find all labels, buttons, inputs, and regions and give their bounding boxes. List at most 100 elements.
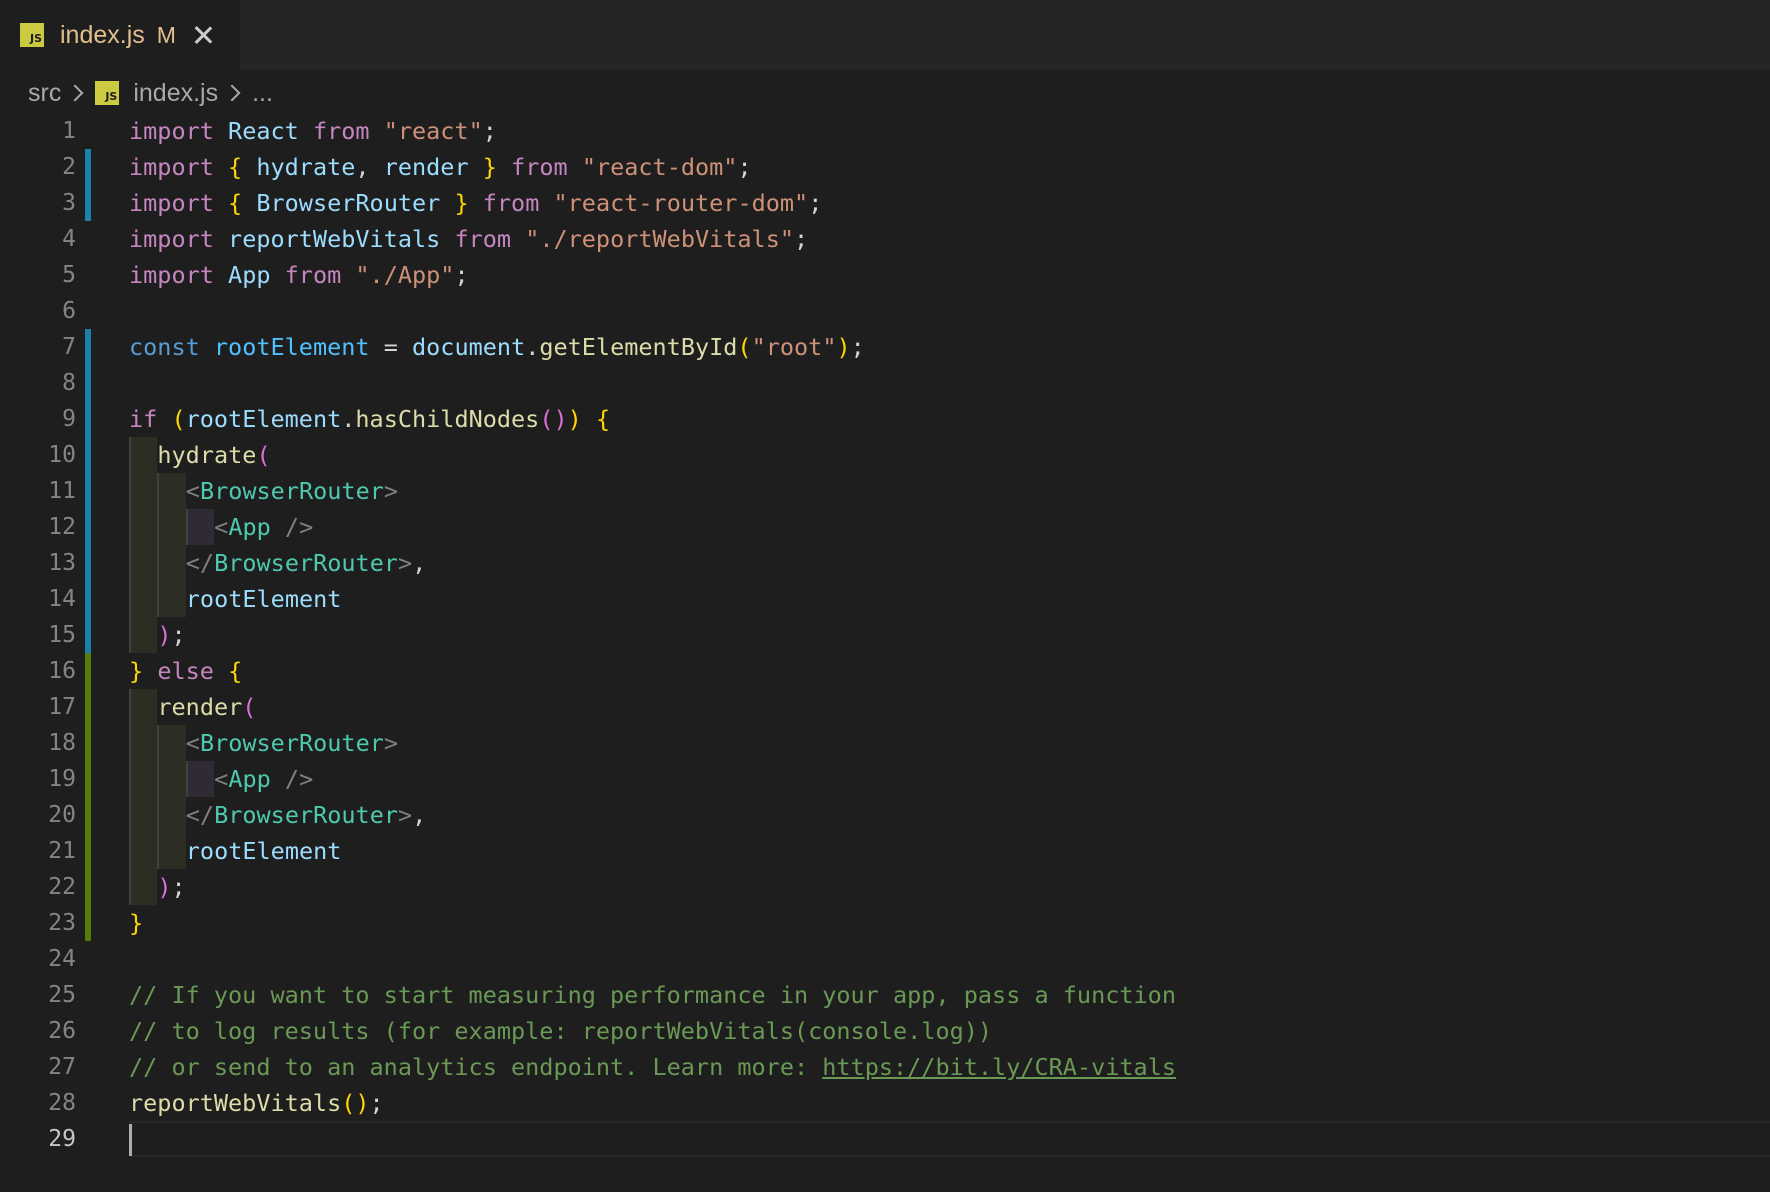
code-line[interactable]: 22); <box>0 869 1770 905</box>
gutter-modified-marker[interactable] <box>85 509 91 545</box>
code-text: // to log results (for example: reportWe… <box>129 1017 993 1045</box>
line-number: 25 <box>48 982 76 1008</box>
code-line[interactable]: 11 <BrowserRouter> <box>0 473 1770 509</box>
line-number: 22 <box>48 874 76 900</box>
code-line[interactable]: 9 if (rootElement.hasChildNodes()) { <box>0 401 1770 437</box>
gutter-modified-marker[interactable] <box>85 149 91 185</box>
gutter-modified-marker[interactable] <box>85 329 91 365</box>
line-number: 26 <box>48 1018 76 1044</box>
line-number: 28 <box>48 1090 76 1116</box>
vitals-link[interactable]: https://bit.ly/CRA-vitals <box>822 1053 1176 1081</box>
line-number: 27 <box>48 1054 76 1080</box>
close-icon[interactable] <box>192 24 214 46</box>
breadcrumb-folder[interactable]: src <box>28 79 61 108</box>
code-text: <BrowserRouter> <box>129 725 398 761</box>
tab-filename[interactable]: index.js <box>60 21 145 50</box>
line-number: 5 <box>62 262 76 288</box>
code-text: if (rootElement.hasChildNodes()) { <box>129 405 611 433</box>
tab-bar: JS index.js M <box>0 0 1770 70</box>
js-file-icon: JS <box>20 23 44 47</box>
code-line[interactable]: 3 import { BrowserRouter } from "react-ro… <box>0 185 1770 221</box>
gutter-modified-marker[interactable] <box>85 437 91 473</box>
line-number: 23 <box>48 910 76 936</box>
line-number: 13 <box>48 550 76 576</box>
line-number: 2 <box>62 154 76 180</box>
code-text: render( <box>129 689 256 725</box>
code-text: rootElement <box>129 833 341 869</box>
code-line[interactable]: 1 import React from "react"; <box>0 113 1770 149</box>
code-text: <BrowserRouter> <box>129 473 398 509</box>
code-line[interactable]: 6 <box>0 293 1770 329</box>
code-line[interactable]: 12 <App /> <box>0 509 1770 545</box>
code-line[interactable]: 21 rootElement <box>0 833 1770 869</box>
gutter-added-marker[interactable] <box>85 761 91 797</box>
code-line[interactable]: 19 <App /> <box>0 761 1770 797</box>
gutter-added-marker[interactable] <box>85 725 91 761</box>
gutter-added-marker[interactable] <box>85 653 91 689</box>
gutter-modified-marker[interactable] <box>85 545 91 581</box>
code-line[interactable]: 13 </BrowserRouter>, <box>0 545 1770 581</box>
code-line[interactable]: 15); <box>0 617 1770 653</box>
code-line[interactable]: 7 const rootElement = document.getElement… <box>0 329 1770 365</box>
code-text: import React from "react"; <box>129 117 497 145</box>
gutter-modified-marker[interactable] <box>85 617 91 653</box>
gutter-added-marker[interactable] <box>85 833 91 869</box>
breadcrumb: src JS index.js ... <box>28 74 273 112</box>
line-number: 8 <box>62 370 76 396</box>
code-line[interactable]: 29 <box>0 1121 1770 1157</box>
line-number: 18 <box>48 730 76 756</box>
gutter-added-marker[interactable] <box>85 797 91 833</box>
code-text: const rootElement = document.getElementB… <box>129 333 865 361</box>
gutter-modified-marker[interactable] <box>85 185 91 221</box>
gutter-modified-marker[interactable] <box>85 365 91 401</box>
code-line[interactable]: 18 <BrowserRouter> <box>0 725 1770 761</box>
code-text: <App /> <box>129 509 313 545</box>
code-text: // If you want to start measuring perfor… <box>129 981 1176 1009</box>
code-text: } else { <box>129 657 243 685</box>
code-text: } <box>129 909 144 937</box>
tab-index-js[interactable]: JS index.js M <box>0 0 240 70</box>
gutter-added-marker[interactable] <box>85 905 91 941</box>
gutter-modified-marker[interactable] <box>85 581 91 617</box>
code-line[interactable]: 24 <box>0 941 1770 977</box>
code-line[interactable]: 20 </BrowserRouter>, <box>0 797 1770 833</box>
code-line[interactable]: 8 <box>0 365 1770 401</box>
code-line[interactable]: 25 // If you want to start measuring perf… <box>0 977 1770 1013</box>
code-line[interactable]: 5 import App from "./App"; <box>0 257 1770 293</box>
code-line[interactable]: 23} <box>0 905 1770 941</box>
gutter-modified-marker[interactable] <box>85 473 91 509</box>
code-text: ); <box>129 869 186 905</box>
line-number: 6 <box>62 298 76 324</box>
code-line[interactable]: 10 hydrate( <box>0 437 1770 473</box>
line-number: 16 <box>48 658 76 684</box>
line-number: 19 <box>48 766 76 792</box>
line-number: 4 <box>62 226 76 252</box>
code-line[interactable]: 27 // or send to an analytics endpoint. L… <box>0 1049 1770 1085</box>
code-text: hydrate( <box>129 437 271 473</box>
line-number: 3 <box>62 190 76 216</box>
line-number: 7 <box>62 334 76 360</box>
gutter-modified-marker[interactable] <box>85 401 91 437</box>
line-number: 24 <box>48 946 76 972</box>
line-number: 9 <box>62 406 76 432</box>
code-line[interactable]: 16 } else { <box>0 653 1770 689</box>
gutter-added-marker[interactable] <box>85 869 91 905</box>
line-number: 29 <box>48 1126 76 1152</box>
line-number: 20 <box>48 802 76 828</box>
code-line[interactable]: 26 // to log results (for example: report… <box>0 1013 1770 1049</box>
code-line[interactable]: 17 render( <box>0 689 1770 725</box>
breadcrumb-file[interactable]: index.js <box>133 79 218 108</box>
breadcrumb-symbol[interactable]: ... <box>252 79 273 108</box>
code-editor[interactable]: 1 import React from "react"; 2 import { hyd… <box>0 113 1770 1192</box>
line-number: 12 <box>48 514 76 540</box>
chevron-right-icon <box>223 84 241 102</box>
code-text: ); <box>129 617 186 653</box>
line-number: 21 <box>48 838 76 864</box>
code-text: import reportWebVitals from "./reportWeb… <box>129 225 809 253</box>
code-line[interactable]: 2 import { hydrate, render } from "react-… <box>0 149 1770 185</box>
line-number: 17 <box>48 694 76 720</box>
gutter-added-marker[interactable] <box>85 689 91 725</box>
code-line[interactable]: 28 reportWebVitals(); <box>0 1085 1770 1121</box>
code-line[interactable]: 4 import reportWebVitals from "./reportWe… <box>0 221 1770 257</box>
code-line[interactable]: 14 rootElement <box>0 581 1770 617</box>
